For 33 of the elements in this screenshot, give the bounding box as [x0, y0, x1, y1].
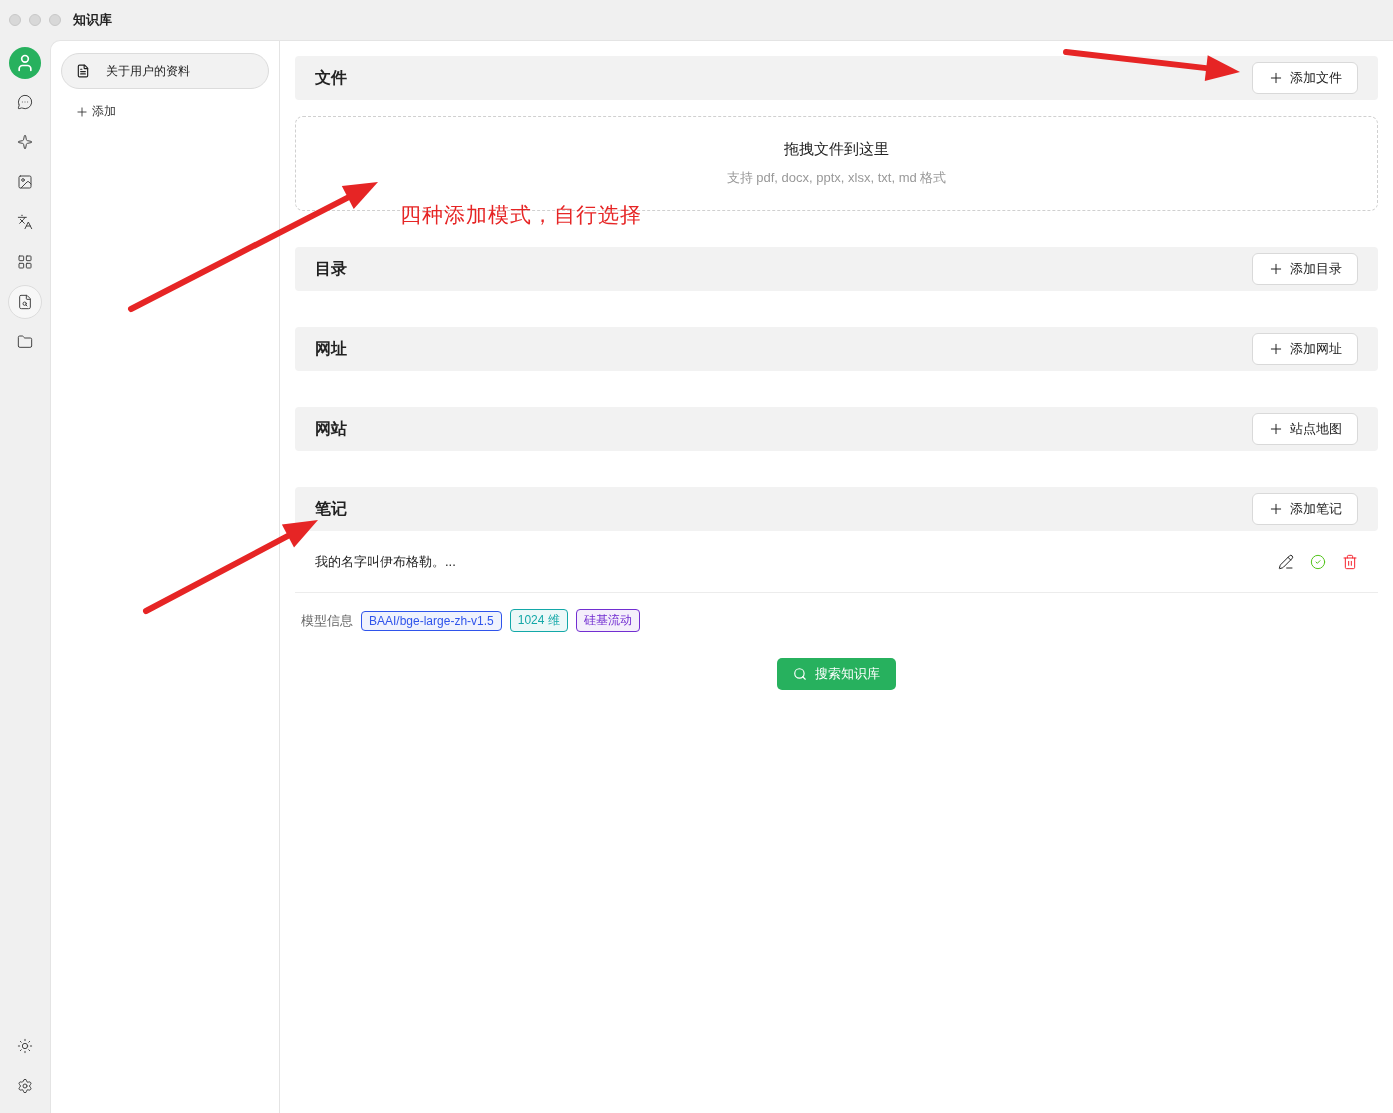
- section-title: 网站: [315, 418, 347, 439]
- add-button[interactable]: 添加文件: [1252, 62, 1358, 94]
- window-title: 知识库: [73, 11, 112, 29]
- tag: BAAI/bge-large-zh-v1.5: [361, 610, 502, 631]
- plus-icon: [1268, 261, 1284, 277]
- section-title: 网址: [315, 338, 347, 359]
- add-button[interactable]: 添加目录: [1252, 253, 1358, 285]
- add-button[interactable]: 站点地图: [1252, 413, 1358, 445]
- plus-icon: [75, 104, 89, 119]
- search-icon: [793, 667, 807, 681]
- tag: 硅基流动: [575, 609, 640, 632]
- avatar[interactable]: [9, 47, 41, 79]
- document-icon: [76, 64, 90, 78]
- note-text: 我的名字叫伊布格勒。...: [315, 552, 456, 571]
- plus-icon: [1268, 421, 1284, 437]
- drop-zone-title: 拖拽文件到这里: [784, 140, 889, 159]
- tag: 1024 维: [509, 609, 568, 632]
- document-search-icon[interactable]: [8, 285, 42, 319]
- section-title: 目录: [315, 258, 347, 279]
- drop-zone-hint: 支持 pdf, docx, pptx, xlsx, txt, md 格式: [726, 169, 947, 187]
- trash-icon[interactable]: [1342, 553, 1358, 570]
- add-button[interactable]: 添加笔记: [1252, 493, 1358, 525]
- plus-icon: [1268, 341, 1284, 357]
- section-title: 笔记: [315, 498, 347, 519]
- add-button[interactable]: 添加网址: [1252, 333, 1358, 365]
- edit-icon[interactable]: [1278, 553, 1294, 570]
- check-circle-icon[interactable]: [1310, 553, 1326, 570]
- section-title: 文件: [315, 67, 347, 88]
- model-info-label: 模型信息: [301, 611, 353, 630]
- add-link[interactable]: 添加: [61, 103, 269, 120]
- plus-icon: [1268, 70, 1284, 86]
- knowledge-base-item[interactable]: 关于用户的资料: [61, 53, 269, 89]
- plus-icon: [1268, 501, 1284, 517]
